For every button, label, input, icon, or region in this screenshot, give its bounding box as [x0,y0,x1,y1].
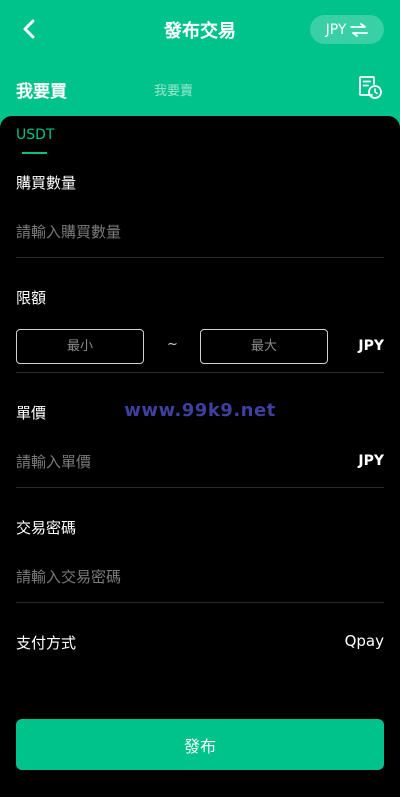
limit-min-input[interactable] [16,329,144,364]
quantity-input[interactable] [16,220,316,244]
limit-unit: JPY [358,338,384,354]
watermark: www.99k9.net [124,400,276,421]
range-separator: ~ [167,337,178,352]
payment-label: 支付方式 [16,634,77,652]
divider [16,372,384,373]
password-label: 交易密碼 [16,519,77,537]
header: 發布交易 JPY 我要買 我要賣 [0,0,400,128]
password-input[interactable] [16,565,316,589]
divider [16,487,384,488]
price-input[interactable] [16,450,316,474]
payment-method-select[interactable]: Qpay [345,632,384,650]
coin-tab-usdt[interactable]: USDT [16,127,54,143]
back-button[interactable] [14,14,44,44]
quantity-label: 購買數量 [16,174,77,192]
divider [16,602,384,603]
swap-icon [350,22,369,37]
coin-tab-indicator [22,152,47,154]
price-label: 單價 [16,404,47,422]
form-panel: USDT 購買數量 限額 ~ JPY www.99k9.net 單價 JPY 交… [0,116,400,797]
limit-max-input[interactable] [200,329,328,364]
chevron-left-icon [23,19,35,39]
currency-selector[interactable]: JPY [310,15,384,44]
publish-button[interactable]: 發布 [16,719,384,770]
price-unit: JPY [358,453,384,469]
tab-sell[interactable]: 我要賣 [154,80,193,99]
divider [16,257,384,258]
history-doc-icon [359,76,382,99]
currency-label: JPY [325,21,347,38]
history-button[interactable] [357,74,383,100]
tab-buy[interactable]: 我要買 [16,77,67,102]
limit-label: 限額 [16,289,47,307]
